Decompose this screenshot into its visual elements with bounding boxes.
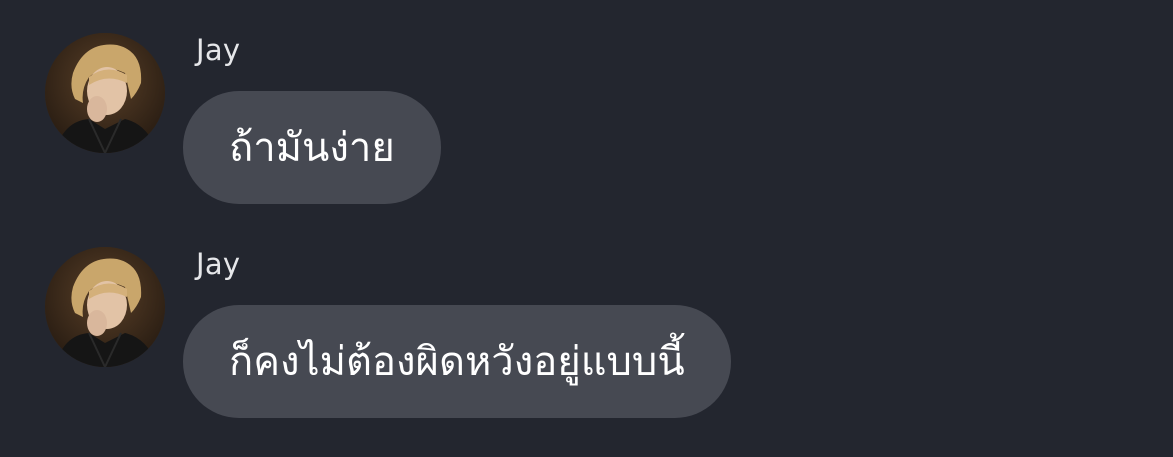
message-bubble[interactable]: ก็คงไม่ต้องผิดหวังอยู่แบบนี้ (183, 305, 731, 418)
user-avatar-photo-icon (45, 247, 165, 367)
message-text: ถ้ามันง่าย (229, 124, 395, 171)
message-text: ก็คงไม่ต้องผิดหวังอยู่แบบนี้ (229, 338, 685, 385)
sender-name: Jay (196, 33, 241, 67)
sender-name: Jay (196, 247, 241, 281)
chat-message: Jay ถ้ามันง่าย (0, 0, 1173, 204)
message-bubble[interactable]: ถ้ามันง่าย (183, 91, 441, 204)
avatar[interactable] (45, 33, 165, 153)
user-avatar-photo-icon (45, 33, 165, 153)
avatar[interactable] (45, 247, 165, 367)
chat-message: Jay ก็คงไม่ต้องผิดหวังอยู่แบบนี้ (0, 214, 1173, 418)
